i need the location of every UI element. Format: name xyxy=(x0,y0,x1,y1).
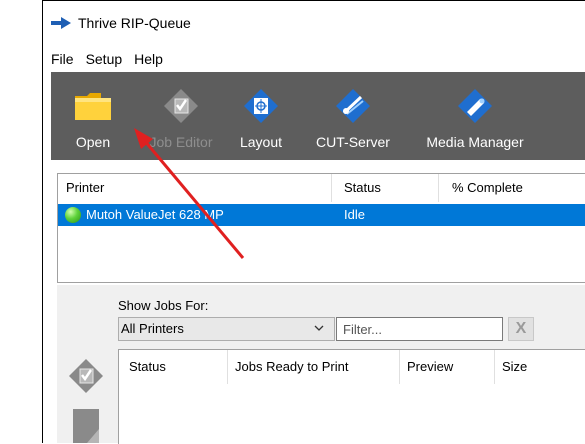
printer-filter-select[interactable]: All Printers xyxy=(118,317,335,341)
jobs-table: Status Jobs Ready to Print Preview Size xyxy=(118,349,585,444)
open-label: Open xyxy=(75,134,111,150)
column-divider[interactable] xyxy=(331,174,332,202)
printer-name: Mutoh ValueJet 628 MP xyxy=(86,207,224,222)
menu-setup[interactable]: Setup xyxy=(85,51,124,67)
printer-column-header[interactable]: Printer xyxy=(66,174,104,202)
media-manager-label: Media Manager xyxy=(426,134,524,150)
window-title: Thrive RIP-Queue xyxy=(78,15,191,31)
printer-row[interactable]: Mutoh ValueJet 628 MP Idle xyxy=(58,204,585,226)
media-manager-icon xyxy=(456,84,494,128)
menu-file[interactable]: File xyxy=(50,51,75,67)
clear-icon: X xyxy=(515,320,527,337)
column-divider[interactable] xyxy=(494,350,495,384)
jobs-preview-header[interactable]: Preview xyxy=(407,350,453,384)
jobs-ready-header[interactable]: Jobs Ready to Print xyxy=(235,350,348,384)
window-border-left xyxy=(42,0,43,443)
menu-bar: File Setup Help xyxy=(50,48,174,70)
jobs-sidebar xyxy=(57,285,115,443)
thrive-arrow-icon xyxy=(51,17,71,29)
open-button[interactable]: Open xyxy=(67,72,119,160)
filter-input[interactable] xyxy=(336,317,503,341)
media-manager-button[interactable]: Media Manager xyxy=(415,72,535,160)
jobs-size-header[interactable]: Size xyxy=(502,350,527,384)
menu-help[interactable]: Help xyxy=(133,51,164,67)
layout-button[interactable]: Layout xyxy=(235,72,287,160)
column-divider[interactable] xyxy=(227,350,228,384)
folder-icon xyxy=(73,84,113,128)
layout-label: Layout xyxy=(239,134,283,150)
job-editor-label: Job Editor xyxy=(149,134,213,150)
jobs-status-header[interactable]: Status xyxy=(129,350,166,384)
selected-printer-value: All Printers xyxy=(121,321,184,336)
job-editor-sidebar-icon[interactable] xyxy=(67,357,105,395)
printer-status-dot-icon xyxy=(65,207,81,223)
chevron-down-icon xyxy=(314,325,324,331)
printer-list: Printer Status % Complete Mutoh ValueJet… xyxy=(57,173,585,283)
toolbar: Open Job Editor Layout CUT-Server Media … xyxy=(51,72,585,160)
show-jobs-label: Show Jobs For: xyxy=(118,298,209,313)
cut-server-label: CUT-Server xyxy=(316,134,390,150)
status-column-header[interactable]: Status xyxy=(344,174,381,202)
layout-icon xyxy=(242,84,280,128)
job-editor-icon xyxy=(162,84,200,128)
column-divider[interactable] xyxy=(438,174,439,202)
column-divider[interactable] xyxy=(399,350,400,384)
window-border-top xyxy=(42,0,585,1)
jobs-panel: Show Jobs For: All Printers X Status Job… xyxy=(57,285,585,444)
clear-filter-button[interactable]: X xyxy=(508,317,534,341)
title-bar: Thrive RIP-Queue xyxy=(50,12,191,34)
cut-server-button[interactable]: CUT-Server xyxy=(305,72,401,160)
document-sidebar-icon[interactable] xyxy=(67,409,105,443)
printer-status: Idle xyxy=(344,207,365,222)
app-window: Thrive RIP-Queue File Setup Help Open Jo… xyxy=(0,0,585,444)
complete-column-header[interactable]: % Complete xyxy=(452,174,523,202)
cut-server-icon xyxy=(334,84,372,128)
job-editor-button[interactable]: Job Editor xyxy=(131,72,231,160)
